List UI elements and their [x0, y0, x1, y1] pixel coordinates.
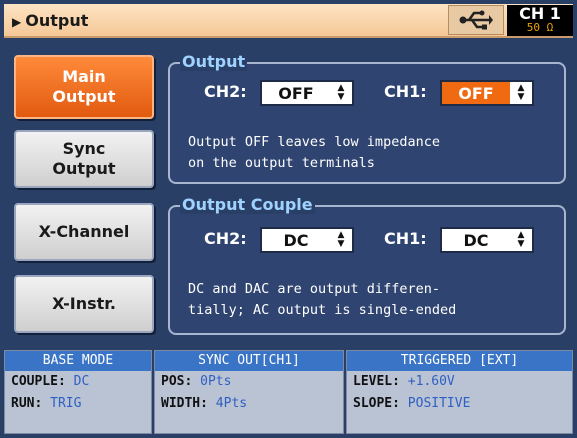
ch2-couple-select[interactable]: DC ▲ ▼	[260, 227, 354, 253]
couple-key: COUPLE:	[11, 374, 66, 389]
x-instr-button[interactable]: X-Instr.	[14, 275, 154, 333]
ch2-output-label: CH2:	[204, 82, 247, 101]
page-title: ▶ Output	[12, 11, 88, 30]
up-down-arrow-icon: ▲ ▼	[517, 230, 525, 249]
base-mode-header: BASE MODE	[5, 351, 151, 371]
ch1-couple-value: DC	[463, 230, 489, 250]
ch1-output-label: CH1:	[384, 82, 427, 101]
slope-value: POSITIVE	[407, 396, 471, 411]
x-channel-button[interactable]: X-Channel	[14, 203, 154, 261]
output-panel: Output CH2: OFF ▲ ▼ CH1: OFF ▲ ▼ Output OF…	[168, 52, 566, 184]
level-value: +1.60V	[407, 374, 455, 389]
main-output-button[interactable]: Main Output	[14, 55, 154, 119]
ch2-couple-label: CH2:	[204, 229, 247, 248]
run-key: RUN:	[11, 396, 43, 411]
status-bar: BASE MODE COUPLE: DC RUN: TRIG SYNC OUT[…	[4, 350, 573, 434]
width-value: 4Pts	[215, 396, 248, 411]
title-bar: ▶ Output CH 1 50 Ω	[4, 4, 573, 38]
impedance-label: 50 Ω	[526, 21, 554, 34]
couple-value: DC	[73, 374, 90, 389]
base-mode-box: BASE MODE COUPLE: DC RUN: TRIG	[4, 350, 152, 434]
pos-value: 0Pts	[200, 374, 232, 389]
ch2-output-value: OFF	[278, 83, 314, 103]
page-title-text: Output	[25, 11, 89, 30]
slope-key: SLOPE:	[353, 396, 400, 411]
pos-key: POS:	[161, 374, 193, 389]
output-note: Output OFF leaves low impedance on the o…	[188, 134, 440, 171]
ch1-output-value: OFF	[442, 82, 510, 104]
ch1-couple-select[interactable]: DC ▲ ▼	[440, 227, 534, 253]
level-status: LEVEL: +1.60V	[347, 371, 572, 393]
triggered-box: TRIGGERED [EXT] LEVEL: +1.60V SLOPE: POS…	[346, 350, 573, 434]
output-couple-title: Output Couple	[180, 195, 315, 214]
sync-output-button[interactable]: Sync Output	[14, 130, 154, 188]
channel-label: CH 1	[519, 4, 561, 23]
width-key: WIDTH:	[161, 396, 208, 411]
sync-out-box: SYNC OUT[CH1] POS: 0Pts WIDTH: 4Pts	[154, 350, 344, 434]
usb-indicator	[448, 5, 504, 35]
ch1-couple-label: CH1:	[384, 229, 427, 248]
level-key: LEVEL:	[353, 374, 400, 389]
run-value: TRIG	[50, 396, 82, 411]
usb-icon	[459, 10, 493, 30]
couple-status: COUPLE: DC	[5, 371, 151, 393]
up-down-arrow-icon: ▲ ▼	[517, 83, 525, 102]
output-panel-title: Output	[180, 52, 248, 71]
ch2-couple-value: DC	[283, 230, 309, 250]
run-status: RUN: TRIG	[5, 393, 151, 415]
output-couple-panel: Output Couple CH2: DC ▲ ▼ CH1: DC ▲ ▼ DC a…	[168, 195, 566, 335]
ch1-output-select[interactable]: OFF ▲ ▼	[440, 80, 534, 106]
ch2-output-select[interactable]: OFF ▲ ▼	[260, 80, 354, 106]
sync-out-header: SYNC OUT[CH1]	[155, 351, 343, 371]
up-down-arrow-icon: ▲ ▼	[337, 83, 345, 102]
up-down-arrow-icon: ▲ ▼	[337, 230, 345, 249]
pos-status: POS: 0Pts	[155, 371, 343, 393]
triggered-header: TRIGGERED [EXT]	[347, 351, 572, 371]
slope-status: SLOPE: POSITIVE	[347, 393, 572, 415]
channel-indicator: CH 1 50 Ω	[507, 5, 573, 36]
width-status: WIDTH: 4Pts	[155, 393, 343, 415]
play-triangle-icon: ▶	[12, 15, 22, 29]
couple-note: DC and DAC are output differen- tially; …	[188, 281, 457, 318]
